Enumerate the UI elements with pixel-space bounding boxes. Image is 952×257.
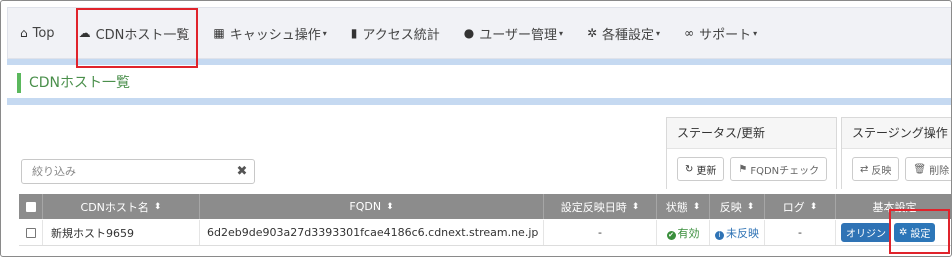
settings-button-label: 設定: [910, 229, 931, 240]
col-status-label: 状態: [665, 200, 688, 214]
col-basic-settings-label: 基本設定: [872, 200, 917, 214]
reflect-text: 未反映: [726, 226, 759, 240]
user-icon: ●: [463, 26, 475, 40]
select-all-cell: [19, 194, 43, 219]
sort-icon: ⬍: [746, 201, 755, 212]
nav-item-label: キャッシュ操作: [229, 27, 321, 43]
caret-down-icon: ▾: [656, 28, 661, 38]
nav-item-settings[interactable]: ✲ 各種設定 ▾: [575, 8, 672, 58]
nav-item-support[interactable]: ∞ サポート ▾: [672, 8, 769, 58]
exchange-icon: ⇄: [860, 163, 869, 175]
delete-button-label: 削除: [929, 165, 950, 177]
row-applied-at: -: [544, 220, 657, 245]
status-update-actions: ↻ 更新 ⚑ FQDNチェック: [667, 148, 836, 189]
gear-icon: ✲: [586, 26, 598, 40]
nav-item-label: ユーザー管理: [479, 27, 557, 43]
flag-icon: ⚑: [738, 163, 748, 175]
gear-icon: ✲: [899, 227, 908, 238]
page-title: CDNホスト一覧: [29, 74, 131, 91]
settings-button[interactable]: ✲ 設定: [894, 223, 936, 242]
sort-icon: ⬍: [386, 201, 394, 212]
row-log: -: [765, 220, 836, 245]
app-window: ⌂ Top ☁ CDNホスト一覧 ▦ キャッシュ操作 ▾ ▮ アクセス統計 ● …: [0, 0, 952, 257]
bar-chart-icon: ▮: [350, 26, 358, 40]
row-reflect: i 未反映: [710, 220, 765, 245]
fqdn-check-label: FQDNチェック: [750, 165, 820, 177]
home-icon: ⌂: [20, 26, 28, 40]
caret-down-icon: ▾: [558, 28, 563, 38]
nav-item-label: 各種設定: [602, 27, 655, 43]
col-host-name-label: CDNホスト名: [80, 200, 149, 214]
nav-item-label: Top: [32, 25, 55, 41]
cloud-icon: ☁: [78, 26, 91, 40]
select-all-checkbox[interactable]: [25, 201, 36, 212]
nav-item-label: CDNホスト一覧: [95, 27, 190, 43]
nav-item-user-mgmt[interactable]: ● ユーザー管理 ▾: [452, 8, 575, 58]
row-status: ✔ 有効: [657, 220, 710, 245]
caret-down-icon: ▾: [753, 28, 758, 38]
table-row: 新規ホスト9659 6d2eb9de903a27d3393301fcae4186…: [19, 220, 951, 246]
col-log-label: ログ: [782, 200, 805, 214]
update-button-label: 更新: [696, 165, 717, 177]
page-title-bar: CDNホスト一覧: [7, 65, 951, 98]
col-applied-at[interactable]: 設定反映日時 ⬍: [544, 194, 657, 219]
nav-item-access-stats[interactable]: ▮ アクセス統計: [339, 8, 452, 58]
title-band: [7, 98, 951, 105]
col-reflect-label: 反映: [719, 200, 742, 214]
staging-ops-actions: ⇄ 反映 🗑 削除: [842, 148, 951, 189]
filter-input[interactable]: [22, 160, 230, 183]
fqdn-check-button[interactable]: ⚑ FQDNチェック: [730, 157, 828, 181]
row-fqdn: 6d2eb9de903a27d3393301fcae4186c6.cdnext.…: [200, 220, 544, 245]
col-fqdn-label: FQDN: [349, 200, 382, 213]
delete-button[interactable]: 🗑 削除: [905, 157, 951, 181]
sort-icon: ⬍: [153, 201, 162, 212]
status-badge: ✔ 有効: [666, 225, 700, 241]
clear-icon[interactable]: ✖: [230, 164, 254, 179]
table-header: CDNホスト名 ⬍ FQDN ⬍ 設定反映日時 ⬍ 状態 ⬍ 反映 ⬍ ログ ⬍…: [19, 194, 951, 219]
check-circle-icon: ✔: [666, 230, 676, 240]
nav-item-label: アクセス統計: [362, 27, 440, 43]
col-log[interactable]: ログ ⬍: [765, 194, 836, 219]
filter-box: ✖: [21, 159, 255, 184]
sort-icon: ⬍: [809, 201, 818, 212]
row-select-cell: [19, 220, 43, 245]
row-checkbox[interactable]: [25, 227, 36, 238]
nav-item-cdn-hosts[interactable]: ☁ CDNホスト一覧: [67, 8, 202, 58]
staging-ops-header: ステージング操作: [852, 126, 948, 140]
sort-icon: ⬍: [692, 201, 701, 212]
col-host-name[interactable]: CDNホスト名 ⬍: [43, 194, 200, 219]
info-circle-icon: i: [715, 230, 724, 240]
origin-button[interactable]: オリジン: [841, 223, 891, 242]
trash-icon: 🗑: [913, 163, 927, 175]
refresh-icon: ↻: [685, 163, 694, 175]
status-update-header: ステータス/更新: [677, 126, 766, 140]
row-host-name[interactable]: 新規ホスト9659: [43, 220, 200, 245]
col-reflect[interactable]: 反映 ⬍: [710, 194, 765, 219]
reflect-button-label: 反映: [871, 165, 892, 177]
link-icon: ∞: [684, 26, 695, 40]
grid-icon: ▦: [213, 26, 225, 40]
status-update-group: ステータス/更新 ↻ 更新 ⚑ FQDNチェック: [666, 117, 837, 189]
nav-item-label: サポート: [699, 27, 752, 43]
col-status[interactable]: 状態 ⬍: [657, 194, 710, 219]
col-fqdn[interactable]: FQDN ⬍: [200, 194, 544, 219]
reflect-button[interactable]: ⇄ 反映: [852, 157, 900, 181]
sort-icon: ⬍: [631, 201, 640, 212]
staging-ops-group: ステージング操作 ⇄ 反映 🗑 削除: [841, 117, 951, 189]
status-text: 有効: [677, 226, 700, 240]
title-accent-bar: [17, 73, 21, 93]
top-navbar: ⌂ Top ☁ CDNホスト一覧 ▦ キャッシュ操作 ▾ ▮ アクセス統計 ● …: [7, 7, 951, 59]
nav-item-cache-ops[interactable]: ▦ キャッシュ操作 ▾: [201, 8, 338, 58]
col-basic-settings: 基本設定: [836, 194, 951, 219]
col-applied-at-label: 設定反映日時: [560, 200, 627, 214]
reflect-badge: i 未反映: [715, 225, 759, 241]
caret-down-icon: ▾: [322, 28, 327, 38]
row-basic-settings: オリジン ✲ 設定: [836, 220, 951, 245]
update-button[interactable]: ↻ 更新: [677, 157, 725, 181]
nav-item-top[interactable]: ⌂ Top: [8, 8, 67, 58]
